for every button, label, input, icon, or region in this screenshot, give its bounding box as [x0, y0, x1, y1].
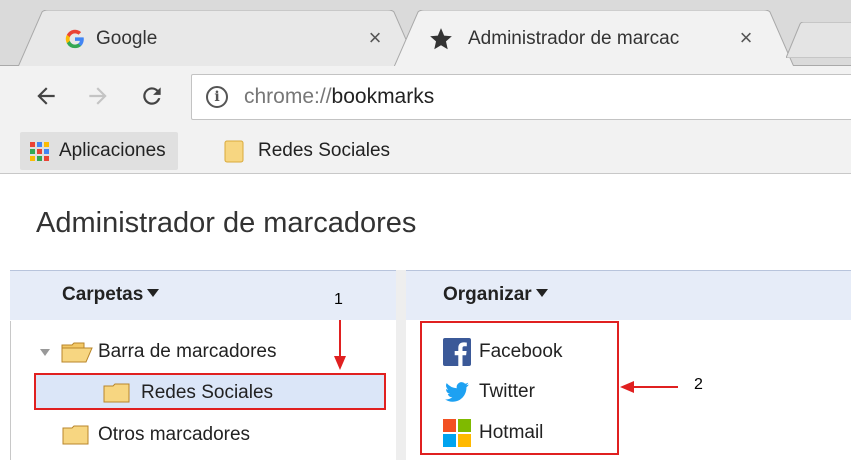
tab-bookmarks[interactable]: Administrador de marcac ×	[394, 10, 794, 67]
tree-item-redes-sociales[interactable]: Redes Sociales	[103, 377, 273, 409]
new-tab-icon	[785, 21, 851, 59]
annotation-number-1: 1	[334, 291, 343, 308]
annotation-arrow-down-icon	[334, 320, 346, 370]
organize-menu-label: Organizar	[443, 284, 532, 305]
open-folder-icon	[61, 342, 93, 363]
folders-menu-button[interactable]: Carpetas	[62, 284, 160, 306]
url-text[interactable]: chrome://bookmarks	[244, 85, 434, 109]
new-tab-button[interactable]	[785, 21, 851, 59]
bookmark-item-twitter[interactable]: Twitter	[443, 377, 535, 407]
back-arrow-icon	[37, 87, 55, 105]
caret-down-icon	[147, 288, 160, 297]
bookmark-label: Facebook	[479, 341, 563, 362]
bookmark-label: Twitter	[479, 381, 535, 402]
apps-grid-icon	[30, 141, 49, 161]
pane-divider[interactable]	[396, 270, 406, 460]
bookmark-label: Hotmail	[479, 422, 544, 443]
folder-label: Redes Sociales	[258, 140, 391, 161]
reload-icon	[143, 87, 161, 105]
tab-google[interactable]: Google ×	[18, 10, 418, 67]
microsoft-icon	[443, 419, 471, 447]
tab-close-button[interactable]: ×	[363, 25, 387, 51]
annotation-number-2: 2	[694, 376, 703, 393]
twitter-icon	[445, 382, 469, 402]
reload-button[interactable]	[134, 78, 170, 114]
url-host: bookmarks	[331, 85, 435, 108]
back-button[interactable]	[28, 78, 64, 114]
apps-shortcut[interactable]: Aplicaciones	[20, 132, 178, 170]
google-g-icon	[62, 26, 88, 52]
bookmarks-bar: Aplicaciones Redes Sociales	[0, 128, 851, 174]
tree-item-label: Barra de marcadores	[98, 341, 277, 362]
address-bar[interactable]: i chrome://bookmarks	[191, 74, 851, 120]
bookmark-item-hotmail[interactable]: Hotmail	[443, 418, 543, 448]
bookmark-item-facebook[interactable]: Facebook	[443, 337, 562, 367]
tab-title: Google	[96, 28, 158, 49]
tree-item-label: Otros marcadores	[98, 424, 251, 445]
tree-item-label: Redes Sociales	[141, 382, 274, 403]
forward-button[interactable]	[80, 78, 116, 114]
folders-menu-label: Carpetas	[62, 284, 144, 305]
facebook-icon	[443, 338, 471, 366]
tree-item-barra-de-marcadores[interactable]: Barra de marcadores	[40, 336, 276, 368]
forward-arrow-icon	[89, 87, 107, 105]
annotation-arrow-left-icon	[620, 381, 678, 393]
organize-menu-button[interactable]: Organizar	[443, 284, 548, 306]
star-icon	[428, 26, 454, 52]
folder-icon	[224, 140, 244, 163]
navigation-toolbar: i chrome://bookmarks	[0, 66, 851, 128]
tab-close-button[interactable]: ×	[734, 25, 758, 51]
page-title: Administrador de marcadores	[36, 207, 417, 239]
caret-down-icon	[535, 288, 548, 297]
folder-icon	[103, 383, 130, 403]
tree-expander-icon[interactable]	[40, 348, 50, 356]
bookmarks-bar-folder[interactable]: Redes Sociales	[224, 132, 390, 170]
tab-title: Administrador de marcac	[468, 28, 680, 49]
info-icon[interactable]: i	[206, 86, 228, 108]
apps-label: Aplicaciones	[59, 140, 166, 161]
tree-item-otros-marcadores[interactable]: Otros marcadores	[62, 419, 250, 451]
url-scheme: chrome://	[244, 85, 332, 108]
tab-strip: Google × Administrador de marcac ×	[0, 0, 851, 67]
folder-icon	[62, 425, 89, 445]
